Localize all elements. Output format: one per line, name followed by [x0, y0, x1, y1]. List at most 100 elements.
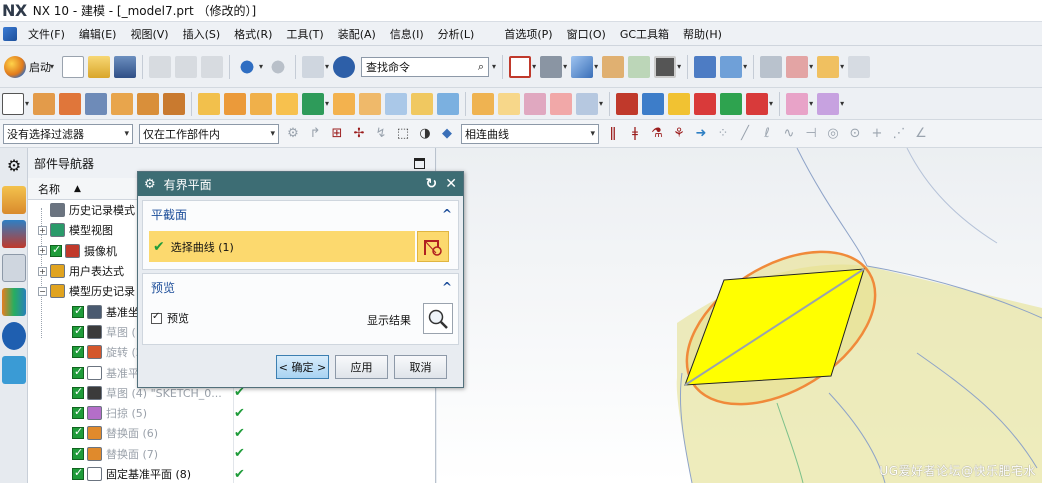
- edit-section-icon[interactable]: [602, 55, 625, 78]
- assembly-navigator-icon[interactable]: [2, 186, 26, 214]
- expand-icon[interactable]: +: [38, 225, 47, 235]
- datum-plane-icon[interactable]: [198, 92, 221, 115]
- menu-tools[interactable]: 工具(T): [279, 26, 330, 42]
- snap-angle-icon[interactable]: ∠: [913, 126, 929, 142]
- tree-row[interactable]: 扫掠 (5) ✔: [28, 403, 435, 423]
- clip-section-icon[interactable]: [628, 55, 651, 78]
- offset-face-icon[interactable]: [642, 92, 665, 115]
- shell-icon[interactable]: [385, 92, 408, 115]
- show-result-button[interactable]: [423, 303, 453, 334]
- open-folder-icon[interactable]: [88, 55, 111, 78]
- fit-view-icon[interactable]: [509, 55, 532, 78]
- menu-file[interactable]: 文件(F): [21, 26, 72, 42]
- resize-face-icon[interactable]: [720, 92, 743, 115]
- type-filter-select[interactable]: 没有选择过滤器 ▾: [3, 123, 133, 144]
- edit-object-display-icon[interactable]: [817, 55, 840, 78]
- feature-filter-icon[interactable]: ↱: [307, 126, 323, 142]
- menu-assembly[interactable]: 装配(A): [331, 26, 383, 42]
- snap-line-icon[interactable]: ╱: [737, 126, 753, 142]
- reset-icon[interactable]: ↻: [426, 176, 438, 192]
- redo-icon[interactable]: [267, 55, 290, 78]
- synchronous-icon[interactable]: [746, 92, 769, 115]
- start-button[interactable]: 启动 ▾: [0, 55, 60, 78]
- preview-toggle[interactable]: 预览: [151, 310, 189, 326]
- snap-spline-icon[interactable]: ∿: [781, 126, 797, 142]
- apply-button[interactable]: 应用: [335, 355, 388, 379]
- select-all-icon[interactable]: ◑: [417, 126, 433, 142]
- collapse-icon[interactable]: ^: [442, 280, 452, 294]
- snap-midpoint-icon[interactable]: ⊣: [803, 126, 819, 142]
- sweep-icon[interactable]: [524, 92, 547, 115]
- visibility-checkbox[interactable]: [72, 304, 84, 318]
- maximize-icon[interactable]: [414, 157, 425, 169]
- select-curve-row[interactable]: ✔ 选择曲线 (1): [149, 231, 415, 262]
- control-point-icon[interactable]: ↯: [373, 126, 389, 142]
- graphics-window[interactable]: UG爱好者论坛@快乐肥宅水: [437, 148, 1042, 483]
- tree-row[interactable]: 固定基准平面 (8) ✔: [28, 464, 435, 483]
- menu-info[interactable]: 信息(I): [383, 26, 431, 42]
- show-arrow-icon[interactable]: ➜: [693, 126, 709, 142]
- collapse-icon[interactable]: ^: [442, 207, 452, 221]
- visibility-checkbox[interactable]: [50, 243, 62, 257]
- tree-row[interactable]: 替换面 (6) ✔: [28, 423, 435, 443]
- snap-existing-icon[interactable]: ⁘: [715, 126, 731, 142]
- curve-rule-select[interactable]: 相连曲线 ▾: [461, 123, 599, 144]
- menu-edit[interactable]: 编辑(E): [72, 26, 124, 42]
- follow-fillet-icon[interactable]: ǂ: [627, 126, 643, 142]
- sketch-icon[interactable]: [2, 92, 24, 115]
- snap-view-icon[interactable]: [720, 55, 743, 78]
- unite-icon[interactable]: [276, 92, 299, 115]
- command-search-input[interactable]: 查找命令 ⌕: [361, 56, 490, 77]
- display-mode-icon[interactable]: [302, 55, 325, 78]
- paste-icon[interactable]: [201, 55, 224, 78]
- preview-header[interactable]: 预览 ^: [143, 274, 458, 300]
- menu-window[interactable]: 窗口(O): [560, 26, 613, 42]
- wcs-icon[interactable]: [786, 55, 809, 78]
- boss-icon[interactable]: [111, 92, 134, 115]
- orient-view-icon[interactable]: [571, 55, 594, 78]
- delete-face-icon[interactable]: [694, 92, 717, 115]
- through-curves-icon[interactable]: [472, 92, 495, 115]
- info-icon[interactable]: [333, 55, 356, 78]
- extrude-icon[interactable]: [33, 92, 56, 115]
- stop-at-intersection-icon[interactable]: ǁ: [605, 126, 621, 142]
- part-navigator-icon[interactable]: [2, 254, 26, 282]
- close-icon[interactable]: ✕: [445, 176, 457, 192]
- preview-checkbox[interactable]: [151, 311, 162, 324]
- visibility-checkbox[interactable]: [72, 385, 84, 399]
- revolve-icon[interactable]: [59, 92, 82, 115]
- visibility-checkbox[interactable]: [72, 405, 84, 420]
- section-plane-header[interactable]: 平截面 ^: [143, 201, 458, 227]
- snap-point-icon[interactable]: ⊞: [329, 126, 345, 142]
- snap-center-icon[interactable]: ◎: [825, 126, 841, 142]
- draft-icon[interactable]: [411, 92, 434, 115]
- cube-select-icon[interactable]: ◆: [439, 126, 455, 142]
- show-hide-icon[interactable]: [848, 55, 871, 78]
- background-color-icon[interactable]: [654, 55, 677, 78]
- curve-rule-button[interactable]: [417, 231, 449, 262]
- selection-scope-select[interactable]: 仅在工作部件内 ▾: [139, 123, 279, 144]
- visibility-checkbox[interactable]: [72, 344, 84, 359]
- visibility-checkbox[interactable]: [72, 466, 84, 480]
- mold-wizard-icon[interactable]: [817, 92, 840, 115]
- rectangle-select-icon[interactable]: ⬚: [395, 126, 411, 142]
- hole-icon[interactable]: [85, 92, 108, 115]
- collapse-icon[interactable]: −: [38, 286, 47, 296]
- rendering-style-icon[interactable]: [540, 55, 563, 78]
- ok-button[interactable]: < 确定 >: [276, 355, 329, 379]
- snap-quadrant-icon[interactable]: ⊙: [847, 126, 863, 142]
- feature-curves-icon[interactable]: ⚗: [649, 126, 665, 142]
- menu-insert[interactable]: 插入(S): [176, 26, 228, 42]
- bounded-plane-icon[interactable]: [576, 92, 599, 115]
- cut-icon[interactable]: [149, 55, 172, 78]
- chamfer-icon[interactable]: [359, 92, 382, 115]
- system-menu-icon[interactable]: [3, 26, 17, 41]
- web-browser-icon[interactable]: [2, 356, 26, 384]
- gear-icon[interactable]: ⚙: [2, 152, 26, 180]
- menu-view[interactable]: 视图(V): [123, 26, 175, 42]
- end-point-icon[interactable]: ✢: [351, 126, 367, 142]
- menu-help[interactable]: 帮助(H): [676, 26, 729, 42]
- constraint-navigator-icon[interactable]: [2, 220, 26, 248]
- menu-preferences[interactable]: 首选项(P): [497, 26, 559, 42]
- visibility-checkbox[interactable]: [72, 446, 84, 460]
